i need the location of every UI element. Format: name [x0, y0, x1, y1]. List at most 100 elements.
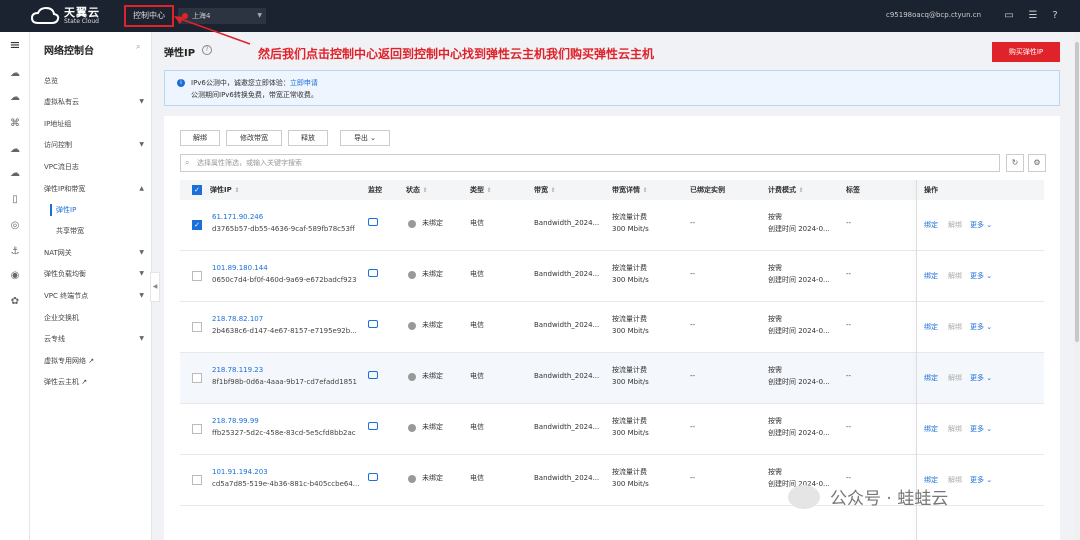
ship-icon[interactable]: ⚓ [7, 244, 23, 260]
bind-link[interactable]: 绑定 [924, 424, 938, 434]
row-checkbox[interactable] [192, 373, 202, 383]
gear-icon[interactable]: ⚙ [1028, 154, 1046, 172]
unbind-link[interactable]: 解绑 [948, 271, 962, 281]
sidebar-item-enterprise-switch[interactable]: 企业交换机 [44, 311, 144, 325]
bind-link[interactable]: 绑定 [924, 322, 938, 332]
modify-bandwidth-button[interactable]: 修改带宽 [226, 130, 282, 146]
eip-address-link[interactable]: 218.78.119.23 [212, 365, 263, 376]
row-checkbox[interactable]: ✓ [192, 220, 202, 230]
monitor-icon[interactable] [368, 320, 378, 328]
sidebar-item-nat[interactable]: NAT网关 ▼ [44, 246, 144, 260]
eip-address-link[interactable]: 61.171.90.246 [212, 212, 263, 223]
cloud-service-icon[interactable]: ☁ [7, 66, 23, 82]
ip-icon[interactable]: ◉ [7, 268, 23, 284]
caret-down-icon: ▼ [139, 141, 144, 148]
filter-icon[interactable]: ⇕ [422, 187, 427, 194]
eip-address-link[interactable]: 218.78.99.99 [212, 416, 259, 427]
cluster-icon[interactable]: ✿ [7, 294, 23, 310]
select-all-checkbox[interactable]: ✓ [192, 185, 202, 195]
sidebar-item-direct-connect[interactable]: 云专线 ▼ [44, 332, 144, 346]
row-checkbox[interactable] [192, 475, 202, 485]
account-email[interactable]: c95198oacq@bcp.ctyun.cn [886, 11, 981, 19]
row-checkbox[interactable] [192, 271, 202, 281]
sidebar-item-vpc[interactable]: 虚拟私有云 ▼ [44, 95, 144, 109]
help-icon[interactable]: ? [1048, 9, 1062, 23]
table-row[interactable]: 218.78.119.23 8f1bf98b-0d6a-4aaa-9b17-cd7… [180, 353, 1044, 404]
filter-icon[interactable]: ⇕ [486, 187, 491, 194]
security-icon[interactable]: ◎ [7, 218, 23, 234]
monitor-icon[interactable] [368, 218, 378, 226]
export-button[interactable]: 导出 ⌄ [340, 130, 390, 146]
search-icon[interactable]: ⌕ [136, 42, 140, 52]
table-row[interactable]: 101.89.180.144 0650c7d4-bf0f-460d-9a69-e6… [180, 251, 1044, 302]
table-row[interactable]: 218.78.99.99 ffb25327-5d2c-458e-83cd-5e5c… [180, 404, 1044, 455]
more-dropdown[interactable]: 更多 ⌄ [970, 271, 992, 281]
monitor-icon[interactable] [368, 473, 378, 481]
sort-icon[interactable]: ⇕ [798, 187, 803, 194]
sidebar-item-vpn[interactable]: 虚拟专用网络 ↗ [44, 354, 144, 368]
more-dropdown[interactable]: 更多 ⌄ [970, 475, 992, 485]
eip-address-link[interactable]: 101.91.194.203 [212, 467, 268, 478]
sidebar-item-shared-bandwidth[interactable]: 共享带宽 [56, 224, 144, 238]
sidebar-item-eip[interactable]: 弹性IP [56, 203, 144, 217]
console-link[interactable]: 控制中心 [124, 5, 174, 27]
bind-link[interactable]: 绑定 [924, 220, 938, 230]
col-bw-detail-label: 带宽详情 [612, 186, 640, 194]
row-checkbox[interactable] [192, 322, 202, 332]
line-type: 电信 [470, 219, 484, 227]
more-dropdown[interactable]: 更多 ⌄ [970, 424, 992, 434]
table-row[interactable]: 218.78.82.107 2b4638c6-d147-4e67-8157-e71… [180, 302, 1044, 353]
more-dropdown[interactable]: 更多 ⌄ [970, 322, 992, 332]
bind-link[interactable]: 绑定 [924, 373, 938, 383]
eip-address-link[interactable]: 101.89.180.144 [212, 263, 268, 274]
more-label: 更多 [970, 476, 984, 484]
sort-icon[interactable]: ⇕ [234, 187, 239, 194]
page-scrollbar[interactable] [1074, 32, 1080, 540]
more-dropdown[interactable]: 更多 ⌄ [970, 373, 992, 383]
settings-sliders-icon[interactable]: ☰ [1026, 9, 1040, 23]
message-icon[interactable]: ▭ [1002, 9, 1016, 23]
collapse-sidebar-icon[interactable]: ◀ [150, 272, 160, 302]
search-input[interactable]: ⌕ 选择属性筛选，或输入关键字搜索 [180, 154, 1000, 172]
row-checkbox[interactable] [192, 424, 202, 434]
line-type: 电信 [470, 423, 484, 431]
scrollbar-thumb[interactable] [1075, 42, 1079, 342]
logo[interactable]: 天翼云 State Cloud [30, 6, 100, 26]
monitor-icon[interactable] [368, 422, 378, 430]
sort-icon[interactable]: ⇕ [550, 187, 555, 194]
storage-icon[interactable]: ☁ [7, 166, 23, 182]
unbind-link[interactable]: 解绑 [948, 373, 962, 383]
billing-detail: 按流量计费 [612, 417, 647, 425]
monitor-icon[interactable] [368, 371, 378, 379]
menu-icon[interactable]: ≡ [7, 38, 23, 54]
sidebar-item-overview[interactable]: 总览 [44, 74, 144, 88]
database-icon[interactable]: ☁ [7, 90, 23, 106]
sidebar-item-ecs[interactable]: 弹性云主机 ↗ [44, 375, 144, 389]
sidebar-item-flow-log[interactable]: VPC流日志 [44, 160, 144, 174]
unbind-button[interactable]: 解绑 [180, 130, 220, 146]
bind-link[interactable]: 绑定 [924, 271, 938, 281]
filter-icon[interactable]: ⇕ [642, 187, 647, 194]
buy-eip-button[interactable]: 购买弹性IP [992, 42, 1060, 62]
sidebar-item-access-control[interactable]: 访问控制 ▼ [44, 138, 144, 152]
unbind-link[interactable]: 解绑 [948, 424, 962, 434]
eip-address-link[interactable]: 218.78.82.107 [212, 314, 263, 325]
watermark-text: 公众号 · 蛙蛙云 [830, 489, 949, 509]
tag-value: -- [846, 219, 852, 227]
file-icon[interactable]: ▯ [7, 192, 23, 208]
sidebar-item-endpoint[interactable]: VPC 终端节点 ▼ [44, 289, 144, 303]
monitor-icon[interactable] [368, 269, 378, 277]
refresh-icon[interactable]: ↻ [1006, 154, 1024, 172]
more-dropdown[interactable]: 更多 ⌄ [970, 220, 992, 230]
unbind-link[interactable]: 解绑 [948, 220, 962, 230]
sidebar-item-ip-group[interactable]: IP地址组 [44, 117, 144, 131]
sidebar-item-eip-bandwidth[interactable]: 弹性IP和带宽 ▲ [44, 182, 144, 196]
sidebar-item-elb[interactable]: 弹性负载均衡 ▼ [44, 267, 144, 281]
network-icon[interactable]: ⌘ [7, 116, 23, 132]
apply-link[interactable]: 立即申请 [290, 79, 318, 87]
cloud-icon[interactable]: ☁ [7, 142, 23, 158]
table-row[interactable]: ✓ 61.171.90.246 d3765b57-db55-4636-9caf-58… [180, 200, 1044, 251]
release-button[interactable]: 释放 [288, 130, 328, 146]
unbind-link[interactable]: 解绑 [948, 322, 962, 332]
unbind-link[interactable]: 解绑 [948, 475, 962, 485]
